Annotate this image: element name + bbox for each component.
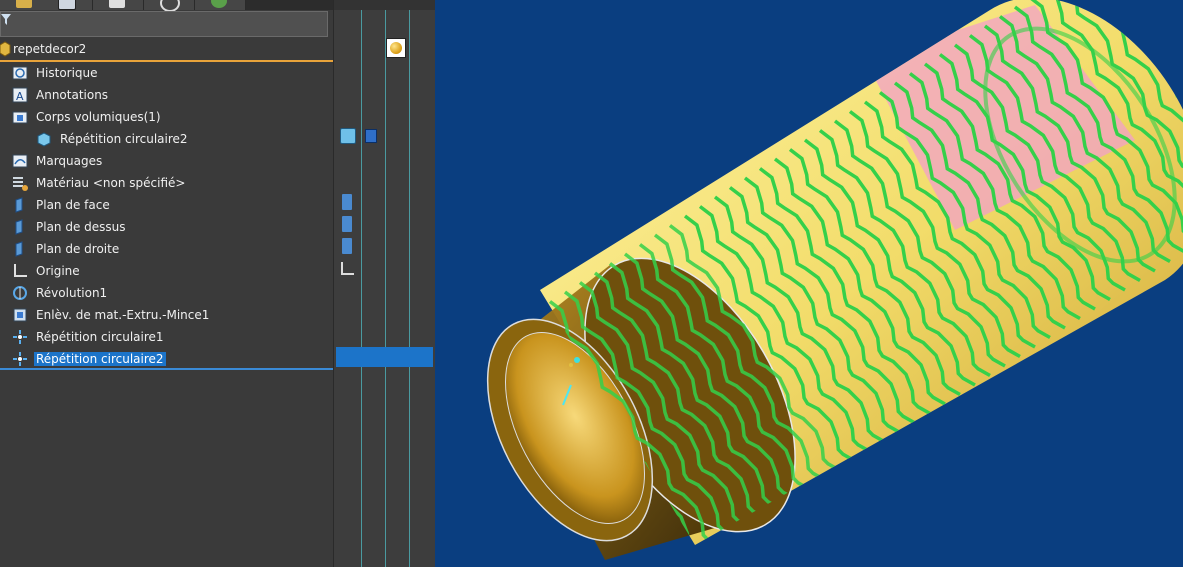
plane-status-icon (342, 238, 352, 254)
appearance-ball-icon (390, 42, 402, 54)
tree-root-part[interactable]: repetdecor2 (0, 39, 333, 59)
tree-item-label: Corps volumiques(1) (36, 110, 161, 124)
graphics-viewport[interactable] (435, 0, 1183, 567)
tree-item-label: Répétition circulaire2 (60, 132, 188, 146)
part-model (486, 0, 1183, 560)
tree-item-label: Plan de dessus (36, 220, 126, 234)
root-label: repetdecor2 (13, 42, 87, 56)
tree-item[interactable]: Répétition circulaire1 (0, 326, 333, 348)
plane-status-icon (342, 194, 352, 210)
cut-extrude-icon (13, 308, 27, 322)
manager-tabs (0, 0, 333, 12)
tree-item[interactable]: Plan de dessus (0, 216, 333, 238)
feature-manager-tree: repetdecor2 Historique A Annotations Corps … (0, 0, 333, 567)
tree-item[interactable]: Révolution1 (0, 282, 333, 304)
tree-item-label: Marquages (36, 154, 103, 168)
tree-item-label: Révolution1 (36, 286, 108, 300)
selected-row-status (336, 347, 433, 367)
column-divider (409, 10, 410, 567)
tree-item[interactable]: Répétition circulaire2 (0, 128, 333, 150)
plane-icon (15, 241, 23, 257)
tree-item-label: Origine (36, 264, 80, 278)
tree-item-label: Répétition circulaire2 (34, 352, 166, 366)
tree-item-label: Annotations (36, 88, 109, 102)
feature-manager-tab-icon (16, 0, 32, 8)
appearance-swatch[interactable] (386, 38, 406, 58)
tree-item[interactable]: A Annotations (0, 84, 333, 106)
tree-item[interactable]: Matériau <non spécifié> (0, 172, 333, 194)
solid-body-icon (37, 132, 51, 147)
configuration-manager-tab-icon (109, 0, 125, 8)
body-appearance-icon[interactable] (340, 128, 356, 144)
tree-item[interactable]: Plan de droite (0, 238, 333, 260)
svg-text:A: A (16, 90, 24, 103)
solid-bodies-folder-icon (12, 111, 28, 124)
tree-filter-input[interactable] (0, 11, 328, 37)
tree-item-label: Matériau <non spécifié> (36, 176, 186, 190)
tree-item-label: Enlèv. de mat.-Extru.-Mince1 (36, 308, 210, 322)
revolve-icon (13, 286, 27, 300)
tree-item[interactable]: Enlèv. de mat.-Extru.-Mince1 (0, 304, 333, 326)
tree-item[interactable]: Plan de face (0, 194, 333, 216)
tab-dimxpert-manager[interactable] (144, 0, 195, 12)
markups-icon (12, 154, 28, 168)
tree-item-label: Plan de face (36, 198, 110, 212)
annotations-icon: A (12, 87, 28, 103)
rollback-bar[interactable] (0, 368, 333, 370)
column-divider (361, 10, 362, 567)
property-manager-tab-icon (58, 0, 76, 10)
plane-icon (15, 197, 23, 213)
tree-item-label: Historique (36, 66, 98, 80)
history-icon (12, 66, 28, 80)
tree-item[interactable]: Répétition circulaire2 (0, 348, 333, 370)
tab-display-manager[interactable] (195, 0, 246, 10)
status-header (334, 0, 436, 10)
circular-pattern-icon (13, 330, 27, 344)
part-icon (0, 41, 11, 57)
display-manager-tab-icon (211, 0, 227, 8)
tab-property-manager[interactable] (42, 0, 93, 10)
circular-pattern-icon (13, 352, 27, 366)
tree-item-label: Plan de droite (36, 242, 120, 256)
filter-icon (1, 14, 11, 25)
plane-status-icon (342, 216, 352, 232)
tree-item-label: Répétition circulaire1 (36, 330, 164, 344)
tree-item[interactable]: Marquages (0, 150, 333, 172)
plane-icon (15, 219, 23, 235)
material-icon (13, 177, 28, 191)
origin-icon (14, 264, 27, 277)
body-config-icon[interactable] (365, 129, 377, 143)
column-divider (385, 10, 386, 567)
tree-item[interactable]: Corps volumiques(1) (0, 106, 333, 128)
tree-item[interactable]: Origine (0, 260, 333, 282)
origin-status-icon (341, 262, 354, 275)
tree-status-columns (333, 0, 436, 567)
tab-configuration-manager[interactable] (93, 0, 144, 10)
tree-item[interactable]: Historique (0, 62, 333, 84)
